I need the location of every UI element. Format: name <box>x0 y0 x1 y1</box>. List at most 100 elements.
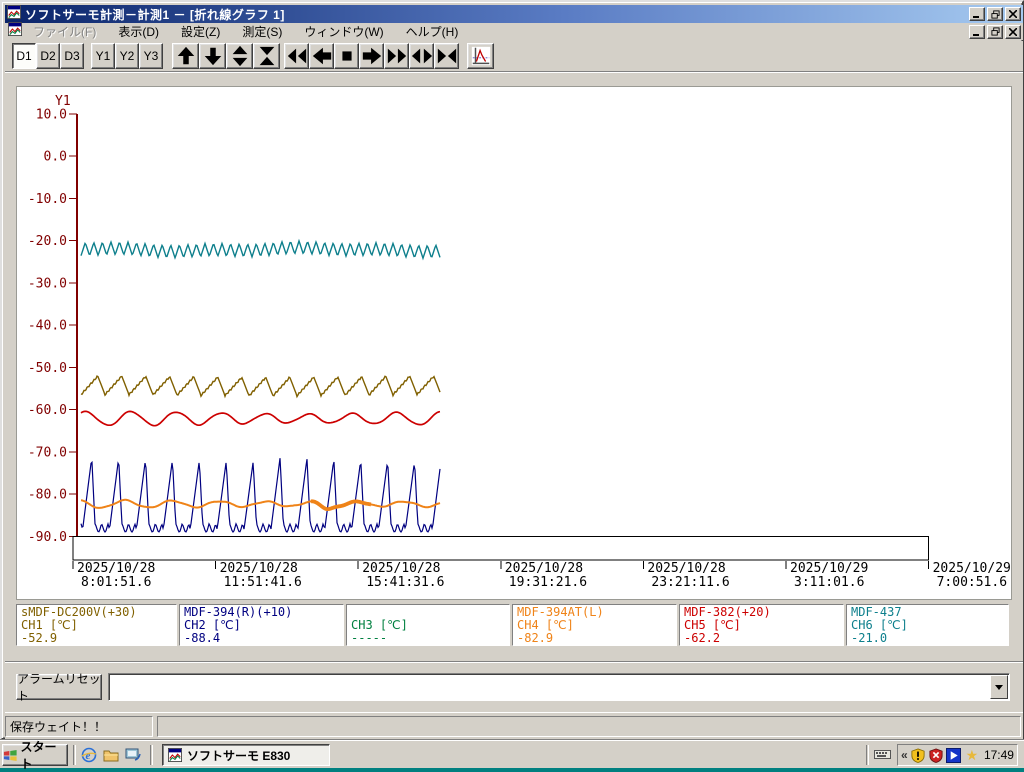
svg-text:8:01:51.6: 8:01:51.6 <box>81 575 151 590</box>
graph-setup-button[interactable] <box>467 43 494 69</box>
scroll-down-button[interactable] <box>199 43 226 69</box>
combo-dropdown-button[interactable] <box>990 675 1008 699</box>
y2-button[interactable]: Y2 <box>115 43 139 69</box>
series-CH4 <box>80 498 441 511</box>
windows-logo-icon <box>3 749 17 761</box>
svg-text:19:31:21.6: 19:31:21.6 <box>509 575 587 590</box>
taskbar-divider <box>866 745 869 765</box>
fast-forward-button[interactable] <box>384 43 409 69</box>
legend-cell-CH3: CH3 [℃] ----- <box>346 604 510 646</box>
alarm-reset-button[interactable]: アラームリセット <box>16 672 102 703</box>
legend-current-value: -21.0 <box>851 631 888 645</box>
svg-text:2025/10/28: 2025/10/28 <box>505 561 583 576</box>
svg-text:0.0: 0.0 <box>44 150 67 165</box>
legend-cell-CH4: MDF-394AT(L) CH4 [℃] -82.9 <box>512 604 677 646</box>
scroll-up-button[interactable] <box>172 43 199 69</box>
alarm-combo-box[interactable] <box>108 673 1010 701</box>
legend-cell-CH6: MDF-437 CH6 [℃] -21.0 <box>846 604 1009 646</box>
series-CH6 <box>80 238 441 261</box>
y1-button[interactable]: Y1 <box>91 43 115 69</box>
svg-text:23:21:11.6: 23:21:11.6 <box>651 575 729 590</box>
task-button-label: ソフトサーモ E830 <box>187 748 291 763</box>
svg-text:2025/10/29: 2025/10/29 <box>790 561 868 576</box>
legend-current-value: -52.9 <box>21 631 58 645</box>
svg-text:e: e <box>86 750 91 762</box>
media-play-icon[interactable] <box>946 747 962 764</box>
close-button[interactable] <box>1005 7 1021 21</box>
star-status-icon[interactable]: ★ <box>964 747 980 764</box>
expand-vertical-button[interactable] <box>226 43 253 69</box>
svg-text:2025/10/28: 2025/10/28 <box>77 561 155 576</box>
minimize-button[interactable] <box>969 7 985 21</box>
menu-bar: ファイル(F) 表示(D) 設定(Z) 測定(S) ウィンドウ(W) ヘルプ(H… <box>5 22 1023 41</box>
menu-measure[interactable]: 測定(S) <box>235 22 289 41</box>
svg-text:-40.0: -40.0 <box>28 319 67 334</box>
compress-vertical-button[interactable] <box>253 43 280 69</box>
fast-rewind-button[interactable] <box>284 43 309 69</box>
menu-window[interactable]: ウィンドウ(W) <box>297 22 390 41</box>
d2-button[interactable]: D2 <box>36 43 60 69</box>
series-CH4 <box>310 499 372 512</box>
line-chart: Y110.00.0-10.0-20.0-30.0-40.0-50.0-60.0-… <box>28 94 1011 590</box>
alarm-row: アラームリセット <box>5 661 1023 707</box>
security-warning-shield-icon[interactable] <box>910 747 926 764</box>
menu-view[interactable]: 表示(D) <box>111 22 166 41</box>
svg-text:7:00:51.6: 7:00:51.6 <box>937 575 1007 590</box>
channel-legend: sMDF-DC200V(+30) CH1 [℃] -52.9 MDF-394(R)(+… <box>16 602 1012 648</box>
series-CH2 <box>80 458 441 534</box>
restore-button[interactable] <box>987 7 1003 21</box>
legend-cell-CH1: sMDF-DC200V(+30) CH1 [℃] -52.9 <box>16 604 177 646</box>
legend-current-value: -82.9 <box>517 631 554 645</box>
svg-text:-10.0: -10.0 <box>28 192 67 207</box>
svg-text:11:51:41.6: 11:51:41.6 <box>224 575 302 590</box>
task-button-softthermo[interactable]: ソフトサーモ E830 <box>162 744 330 766</box>
mdi-close-button[interactable] <box>1005 24 1021 39</box>
series-CH5 <box>80 410 441 427</box>
svg-text:-70.0: -70.0 <box>28 445 67 460</box>
security-alert-shield-icon[interactable] <box>928 747 944 764</box>
step-left-button[interactable] <box>309 43 334 69</box>
expand-horizontal-button[interactable] <box>409 43 434 69</box>
legend-cell-CH2: MDF-394(R)(+10) CH2 [℃] -88.4 <box>179 604 344 646</box>
mdi-document-icon[interactable] <box>8 22 22 41</box>
mdi-minimize-button[interactable] <box>969 24 985 39</box>
series-CH1 <box>80 375 441 399</box>
y3-button[interactable]: Y3 <box>139 43 163 69</box>
title-bar: ソフトサーモ計測－計測1 － [折れ線グラフ 1] <box>5 4 1023 24</box>
start-button[interactable]: スタート <box>2 740 68 771</box>
svg-text:2025/10/28: 2025/10/28 <box>220 561 298 576</box>
tray-expand-chevron[interactable]: « <box>901 748 908 762</box>
mdi-restore-button[interactable] <box>987 24 1003 39</box>
taskbar: スタート e ソフトサーモ E830 « ★ 17:49 <box>0 740 1024 771</box>
d3-button[interactable]: D3 <box>60 43 84 69</box>
svg-text:15:41:31.6: 15:41:31.6 <box>366 575 444 590</box>
internet-explorer-icon[interactable]: e <box>80 746 98 764</box>
taskbar-clock[interactable]: 17:49 <box>984 748 1014 762</box>
legend-current-value: ----- <box>351 631 388 645</box>
folder-icon[interactable] <box>102 746 120 764</box>
window-title: ソフトサーモ計測－計測1 － [折れ線グラフ 1] <box>25 7 285 22</box>
menu-help[interactable]: ヘルプ(H) <box>399 22 466 41</box>
svg-text:10.0: 10.0 <box>36 108 67 123</box>
status-message: 保存ウェイト！！ <box>5 716 153 737</box>
stop-button[interactable] <box>334 43 359 69</box>
line-chart-panel: Y1 10.0 0.0 -10.0 -20.0 -30.0 -40.0 -50.0 -60.0-… <box>16 86 1012 600</box>
legend-current-value: -88.4 <box>184 631 221 645</box>
svg-text:-90.0: -90.0 <box>28 530 67 545</box>
svg-text:3:11:01.6: 3:11:01.6 <box>794 575 864 590</box>
status-bar: 保存ウェイト！！ <box>5 712 1023 739</box>
app-window: ソフトサーモ計測－計測1 － [折れ線グラフ 1] ファイル(F) 表示(D) … <box>0 0 1024 740</box>
taskbar-divider <box>73 745 76 765</box>
app-icon <box>7 4 21 24</box>
keyboard-icon[interactable] <box>874 747 891 765</box>
show-desktop-icon[interactable] <box>124 746 142 764</box>
step-right-button[interactable] <box>359 43 384 69</box>
status-panel-right <box>157 716 1021 737</box>
app-icon <box>168 748 182 762</box>
d1-button[interactable]: D1 <box>12 43 36 69</box>
svg-text:-30.0: -30.0 <box>28 276 67 291</box>
svg-text:-50.0: -50.0 <box>28 361 67 376</box>
menu-settings[interactable]: 設定(Z) <box>174 22 227 41</box>
taskbar-divider <box>150 745 153 765</box>
compress-horizontal-button[interactable] <box>434 43 459 69</box>
